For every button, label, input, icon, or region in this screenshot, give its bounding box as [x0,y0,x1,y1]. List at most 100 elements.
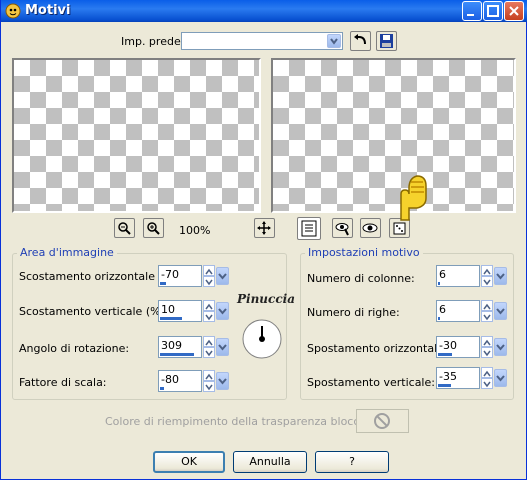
reset-preset-button[interactable] [350,31,371,51]
vertical-offset-down-button[interactable] [203,311,215,322]
columns-up-button[interactable] [481,265,493,276]
motif-settings-group-title: Impostazioni motivo [305,246,423,259]
chevron-down-icon [218,344,227,351]
rotation-angle-level [160,353,194,356]
close-button[interactable] [504,1,524,21]
rows-input[interactable]: 6 [436,300,480,322]
minimize-icon [467,14,474,16]
image-area-group-title: Area d'immagine [17,246,117,259]
chevron-down-icon [496,308,505,315]
rows-up-button[interactable] [481,300,493,311]
chevron-down-icon [218,378,227,385]
zoom-out-icon [118,222,131,235]
vertical-offset-slider-toggle[interactable] [216,302,229,320]
scale-factor-level [160,387,164,390]
horizontal-shift-input[interactable]: -30 [436,336,480,358]
cancel-button[interactable]: Annulla [233,451,307,473]
vertical-offset-level [160,317,182,320]
horizontal-offset-input[interactable]: -70 [158,265,202,287]
scale-factor-up-button[interactable] [203,370,215,381]
vertical-shift-slider-toggle[interactable] [494,369,507,387]
arrow-down-icon [205,279,213,286]
columns-slider-toggle[interactable] [494,267,507,285]
proof-button[interactable] [332,218,353,238]
rotation-angle-down-button[interactable] [203,347,215,358]
move-arrows-icon [257,221,271,235]
scale-factor-spinner[interactable] [203,370,229,392]
auto-proof-button[interactable] [360,218,381,238]
zoom-in-button[interactable] [143,218,164,238]
scale-factor-input[interactable]: -80 [158,370,202,392]
vertical-shift-spinner[interactable] [481,367,507,389]
original-preview [12,58,261,213]
pan-button[interactable] [254,218,275,238]
close-icon [509,6,519,16]
chevron-down-icon [330,38,338,45]
vertical-shift-down-button[interactable] [481,378,493,389]
scale-factor-slider-toggle[interactable] [216,372,229,390]
eye-icon [362,223,378,233]
columns-spinner[interactable] [481,265,507,287]
rows-spinner[interactable] [481,300,507,322]
arrow-down-icon [483,381,491,388]
arrow-up-icon [205,303,213,310]
save-preset-button[interactable] [376,31,397,51]
vertical-shift-level [438,384,451,387]
preview-list-icon [301,220,317,237]
horizontal-shift-up-button[interactable] [481,336,493,347]
arrow-up-icon [205,339,213,346]
eye-cursor-icon [335,223,349,236]
dialog-window: Motivi Imp. predef.: 100% Area d'immagin… [0,0,527,480]
rotation-angle-spinner[interactable] [203,336,229,358]
horizontal-shift-spinner[interactable] [481,336,507,358]
scale-factor-down-button[interactable] [203,381,215,392]
chevron-down-icon [496,375,505,382]
rotation-angle-input[interactable]: 309 [158,336,202,358]
horizontal-offset-label: Scostamento orizzontale (%): [19,270,182,283]
window-title: Motivi [25,3,71,18]
rotation-angle-slider-toggle[interactable] [216,338,229,356]
horizontal-offset-down-button[interactable] [203,276,215,287]
horizontal-offset-spinner[interactable] [203,265,229,287]
ok-button[interactable]: OK [153,451,225,473]
maximize-button[interactable] [483,1,503,21]
horizontal-offset-slider-toggle[interactable] [216,267,229,285]
toggle-preview-button[interactable] [297,217,321,240]
arrow-up-icon [483,370,491,377]
transparency-fill-color-swatch[interactable] [356,409,409,433]
chevron-down-icon [496,273,505,280]
minimize-button[interactable] [462,1,482,21]
horizontal-shift-down-button[interactable] [481,347,493,358]
arrow-down-icon [483,350,491,357]
arrow-up-icon [483,303,491,310]
columns-input[interactable]: 6 [436,265,480,287]
transparency-fill-label: Colore di riempimento della trasparenza … [105,415,381,428]
horizontal-offset-level [160,282,166,285]
rows-level [438,317,440,320]
rotation-angle-up-button[interactable] [203,336,215,347]
rotation-dial[interactable] [241,318,283,360]
preset-dropdown-arrow[interactable] [327,34,341,48]
pointing-hand-cursor-icon [400,175,427,221]
rows-label: Numero di righe: [307,306,400,319]
zoom-out-button[interactable] [114,218,135,238]
title-bar[interactable]: Motivi [1,0,527,22]
rows-slider-toggle[interactable] [494,302,507,320]
preset-dropdown[interactable] [181,32,343,50]
chevron-down-icon [496,344,505,351]
horizontal-offset-up-button[interactable] [203,265,215,276]
arrow-down-icon [205,314,213,321]
vertical-offset-up-button[interactable] [203,300,215,311]
chevron-down-icon [218,273,227,280]
vertical-offset-spinner[interactable] [203,300,229,322]
rows-down-button[interactable] [481,311,493,322]
vertical-shift-up-button[interactable] [481,367,493,378]
horizontal-shift-slider-toggle[interactable] [494,338,507,356]
horizontal-shift-label: Spostamento orizzontale: [307,342,448,355]
floppy-disk-icon [380,34,393,48]
zoom-level: 100% [179,224,211,237]
help-button[interactable]: ? [315,451,389,473]
vertical-shift-input[interactable]: -35 [436,367,480,389]
vertical-offset-input[interactable]: 10 [158,300,202,322]
columns-down-button[interactable] [481,276,493,287]
